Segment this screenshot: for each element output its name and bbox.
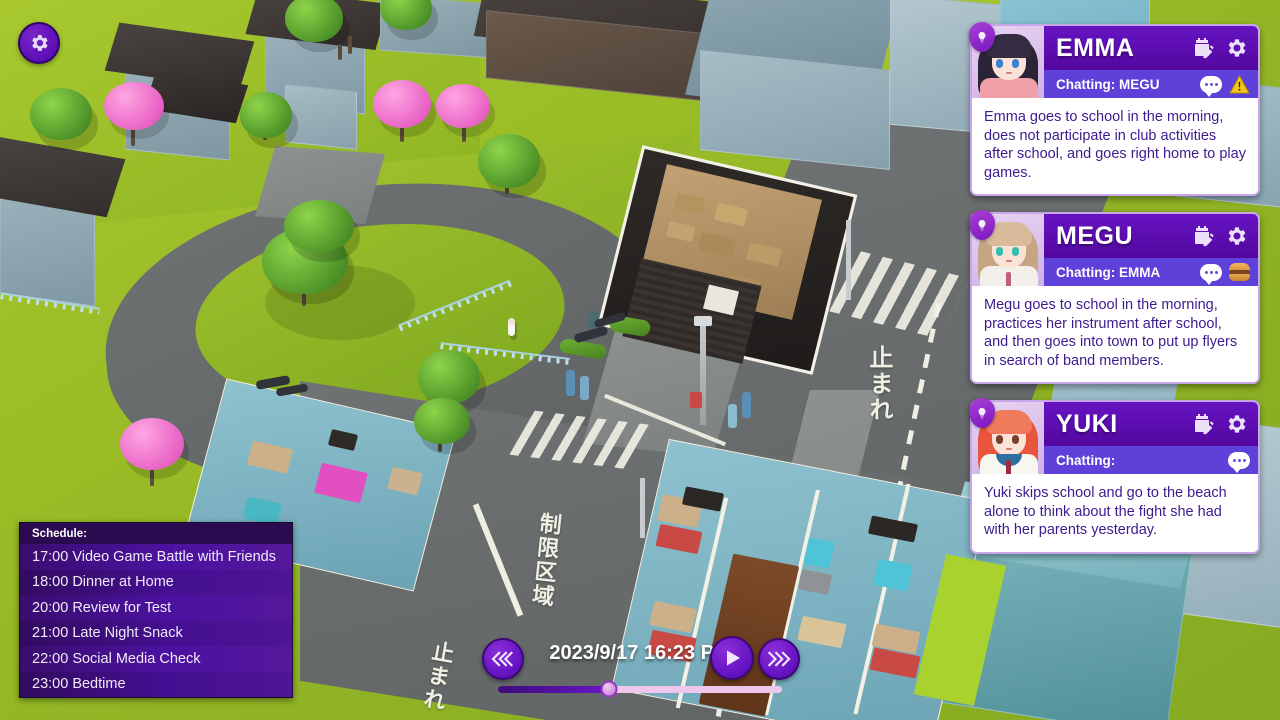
card-header-actions — [1192, 412, 1252, 436]
character-card[interactable]: YUKI Chatting: Yuki skips school and go … — [969, 398, 1260, 555]
avatar-eye — [996, 59, 1003, 68]
card-header-actions — [1192, 36, 1252, 60]
card-description: Emma goes to school in the morning, does… — [972, 98, 1258, 195]
settings-button[interactable] — [18, 22, 60, 64]
game-screen: 止まれ 制限区域 止まれ EMMA Chatting: MEGU Emma go… — [0, 0, 1280, 720]
character-card[interactable]: EMMA Chatting: MEGU Emma goes to school … — [969, 22, 1260, 197]
lightbulb-icon — [978, 32, 986, 43]
avatar-eye — [1012, 247, 1019, 257]
card-description: Megu goes to school in the morning, prac… — [972, 286, 1258, 383]
gear-icon — [32, 35, 48, 51]
sign-box — [690, 392, 702, 408]
npc-character[interactable] — [508, 318, 515, 336]
speech-bubble-icon[interactable] — [1200, 75, 1222, 97]
tree — [284, 200, 354, 252]
card-header: EMMA — [1044, 26, 1258, 70]
tree — [478, 134, 540, 188]
tree — [240, 92, 292, 138]
building[interactable] — [285, 84, 357, 150]
calendar-edit-icon[interactable] — [1192, 412, 1216, 436]
gear-icon[interactable] — [1224, 36, 1248, 60]
avatar-eye — [1012, 59, 1019, 68]
street-prop — [580, 376, 589, 400]
card-header-actions — [1192, 224, 1252, 248]
calendar-edit-icon[interactable] — [1192, 224, 1216, 248]
tree — [285, 0, 343, 42]
gear-icon[interactable] — [1224, 224, 1248, 248]
schedule-panel[interactable]: Schedule: 17:00 Video Game Battle with F… — [19, 522, 293, 698]
sakura-tree — [104, 82, 164, 130]
avatar-eye — [996, 247, 1003, 257]
character-card-list: EMMA Chatting: MEGU Emma goes to school … — [969, 22, 1260, 555]
building[interactable] — [700, 50, 890, 170]
time-slider-track[interactable] — [498, 680, 782, 698]
card-header: MEGU — [1044, 214, 1258, 259]
character-name: MEGU — [1056, 221, 1133, 250]
street-prop — [566, 370, 575, 396]
status-icons — [1200, 263, 1250, 285]
tree — [30, 88, 92, 140]
schedule-item[interactable]: 23:00 Bedtime — [20, 671, 292, 697]
speech-bubble-icon[interactable] — [1228, 451, 1250, 473]
burger-icon[interactable] — [1229, 263, 1250, 282]
lightbulb-icon — [978, 220, 986, 231]
tree-trunk — [338, 44, 342, 60]
schedule-item[interactable]: 17:00 Video Game Battle with Friends — [20, 544, 292, 570]
time-slider-fill — [498, 685, 609, 693]
street-prop — [728, 404, 737, 428]
avatar-tie — [1006, 460, 1011, 475]
warning-triangle-icon[interactable] — [1229, 74, 1250, 94]
traffic-light-pole — [700, 320, 706, 425]
chatting-label: Chatting: MEGU — [1056, 76, 1160, 92]
lightbulb-icon — [978, 408, 986, 419]
schedule-title: Schedule: — [20, 523, 292, 545]
street-prop — [742, 392, 751, 418]
card-status-bar: Chatting: MEGU — [1044, 70, 1258, 98]
time-control-bar: 2023/9/17 16:23 PM — [470, 636, 810, 702]
tree — [414, 398, 470, 444]
card-header: YUKI — [1044, 402, 1258, 447]
character-name: YUKI — [1056, 409, 1118, 438]
avatar-mouth — [1006, 72, 1012, 74]
rewind-button[interactable] — [482, 638, 524, 680]
character-name: EMMA — [1056, 33, 1135, 62]
avatar-mouth — [1006, 260, 1012, 263]
character-card[interactable]: MEGU Chatting: EMMA Megu goes to school … — [969, 210, 1260, 385]
rewind-icon — [491, 651, 513, 667]
schedule-item[interactable]: 21:00 Late Night Snack — [20, 620, 292, 647]
speech-bubble-icon[interactable] — [1200, 263, 1222, 285]
schedule-item[interactable]: 20:00 Review for Test — [20, 595, 292, 621]
street-pole — [846, 220, 851, 300]
sakura-tree — [436, 84, 490, 128]
card-description: Yuki skips school and go to the beach al… — [972, 474, 1258, 553]
card-status-bar: Chatting: EMMA — [1044, 258, 1258, 287]
fast-forward-icon — [767, 651, 791, 667]
avatar-tie — [1006, 272, 1011, 287]
play-button[interactable] — [710, 636, 754, 680]
calendar-edit-icon[interactable] — [1192, 36, 1216, 60]
traffic-light-head — [694, 316, 712, 326]
schedule-item[interactable]: 22:00 Social Media Check — [20, 646, 292, 672]
road-text-stop: 止まれ — [865, 345, 893, 423]
card-status-bar: Chatting: — [1044, 446, 1258, 475]
sakura-tree — [120, 418, 184, 470]
gear-icon[interactable] — [1224, 412, 1248, 436]
tree-trunk — [348, 36, 352, 54]
avatar-outfit — [980, 78, 1038, 98]
time-buttons-row: 2023/9/17 16:23 PM — [470, 636, 810, 680]
status-icons — [1200, 74, 1250, 97]
schedule-item[interactable]: 18:00 Dinner at Home — [20, 569, 292, 596]
chatting-label: Chatting: EMMA — [1056, 264, 1161, 280]
play-icon — [727, 650, 740, 666]
sakura-tree — [373, 80, 431, 128]
burger-bun-bottom — [1229, 274, 1250, 282]
time-slider[interactable] — [498, 680, 782, 698]
status-icons — [1228, 451, 1250, 473]
time-slider-knob[interactable] — [600, 680, 618, 698]
chatting-label: Chatting: — [1056, 452, 1116, 468]
street-pole — [640, 478, 645, 538]
fast-forward-button[interactable] — [758, 638, 800, 680]
tree — [418, 350, 480, 404]
